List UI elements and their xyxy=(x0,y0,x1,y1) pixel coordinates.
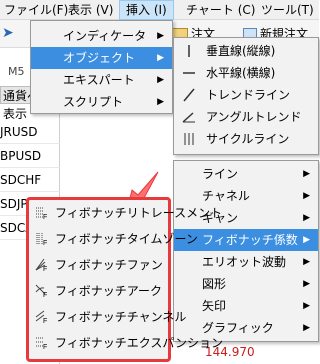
menu-item-channels[interactable]: チャネル ▶ xyxy=(174,185,318,207)
svg-text:F: F xyxy=(43,292,47,298)
menu-item-vertical-line[interactable]: 垂直線(縦線) xyxy=(174,40,318,62)
menu-item-lines[interactable]: ライン ▶ xyxy=(174,163,318,185)
menu-item-fibo-timezones[interactable]: F フィボナッチタイムゾーン xyxy=(29,226,198,252)
menu-item-fibo-fan[interactable]: F フィボナッチファン xyxy=(29,252,168,278)
fibo-channel-icon: F xyxy=(35,310,47,324)
symbol-row[interactable]: SDCHF xyxy=(0,168,60,192)
menu-item-scripts[interactable]: スクリプト ▶ xyxy=(31,91,172,113)
submenu-arrow-icon: ▶ xyxy=(303,169,310,179)
svg-text:F: F xyxy=(43,266,47,272)
menu-item-indicators[interactable]: インディケータ ▶ xyxy=(31,25,172,47)
symbol-row[interactable]: BPUSD xyxy=(0,144,60,168)
menu-item-fibo-channel[interactable]: F フィボナッチチャンネル xyxy=(29,304,186,330)
menu-tools[interactable]: ツール(T) xyxy=(255,0,320,20)
menu-item-objects[interactable]: オブジェクト ▶ xyxy=(31,47,172,69)
symbol-row[interactable]: JRUSD xyxy=(0,120,60,144)
toolbar-arrow-icon[interactable]: ➤ xyxy=(2,25,18,41)
insert-menu: インディケータ ▶ オブジェクト ▶ エキスパート ▶ スクリプト ▶ xyxy=(30,20,173,114)
angle-trend-icon xyxy=(182,112,195,123)
menu-item-horizontal-line[interactable]: 水平線(横線) xyxy=(174,62,318,84)
svg-text:F: F xyxy=(43,240,47,246)
cycle-lines-icon xyxy=(184,133,194,145)
svg-text:F: F xyxy=(43,214,47,220)
fibo-retracement-icon: F xyxy=(36,207,47,220)
fibo-arc-icon: F xyxy=(35,284,47,298)
submenu-arrow-icon: ▶ xyxy=(303,191,310,201)
submenu-arrow-icon: ▶ xyxy=(157,53,164,63)
fibo-timezones-icon: F xyxy=(36,233,47,246)
submenu-arrow-icon: ▶ xyxy=(303,279,310,289)
menu-insert[interactable]: 挿入 (I) xyxy=(119,0,174,20)
submenu-arrow-icon: ▶ xyxy=(157,75,164,85)
submenu-arrow-icon: ▶ xyxy=(157,97,164,107)
trendline-icon xyxy=(183,88,195,102)
menu-item-shapes[interactable]: 図形 ▶ xyxy=(174,273,318,295)
submenu-arrow-icon: ▶ xyxy=(303,235,310,245)
fibo-fan-icon: F xyxy=(35,258,47,272)
horizontal-line-icon xyxy=(183,72,195,74)
menu-chart[interactable]: チャート (C) xyxy=(180,0,261,20)
menu-item-elliott[interactable]: エリオット波動 ▶ xyxy=(174,251,318,273)
svg-text:F: F xyxy=(43,344,47,350)
menu-item-trendline[interactable]: トレンドライン xyxy=(174,84,318,106)
timeframe-label[interactable]: M5 xyxy=(8,65,25,78)
menu-item-fibo-retracement[interactable]: F フィボナッチリトレースメント xyxy=(29,200,222,226)
menu-item-fibo-arc[interactable]: F フィボナッチアーク xyxy=(29,278,168,304)
svg-text:F: F xyxy=(43,318,47,324)
menu-item-angle-trend[interactable]: アングルトレンド xyxy=(174,106,318,128)
vertical-line-icon xyxy=(188,45,190,57)
submenu-arrow-icon: ▶ xyxy=(303,301,310,311)
object-categories-menu: ライン ▶ チャネル ▶ ギャン ▶ フィボナッチ係数 ▶ エリオット波動 ▶ 図形 ▶ 矢… xyxy=(173,160,319,342)
menu-item-fibo-expansion[interactable]: F フィボナッチエクスパンション xyxy=(29,330,223,356)
menu-view[interactable]: 表示 (V) xyxy=(62,0,119,20)
menu-item-arrows[interactable]: 矢印 ▶ xyxy=(174,295,318,317)
menu-bar: ファイル(F) 表示 (V) 挿入 (I) チャート (C) ツール(T) xyxy=(0,0,319,20)
submenu-arrow-icon: ▶ xyxy=(303,213,310,223)
menu-item-cycle-lines[interactable]: サイクルライン xyxy=(174,128,318,150)
fibonacci-submenu: F フィボナッチリトレースメント F フィボナッチタイムゾーン F フィボナッチ… xyxy=(26,197,223,362)
submenu-arrow-icon: ▶ xyxy=(303,257,310,267)
submenu-arrow-icon: ▶ xyxy=(157,31,164,41)
submenu-arrow-icon: ▶ xyxy=(303,323,310,333)
fibo-expansion-icon: F xyxy=(36,337,47,350)
objects-submenu: 垂直線(縦線) 水平線(横線) トレンドライン アングルトレンド サイクルライン xyxy=(173,37,319,155)
menu-item-experts[interactable]: エキスパート ▶ xyxy=(31,69,172,91)
